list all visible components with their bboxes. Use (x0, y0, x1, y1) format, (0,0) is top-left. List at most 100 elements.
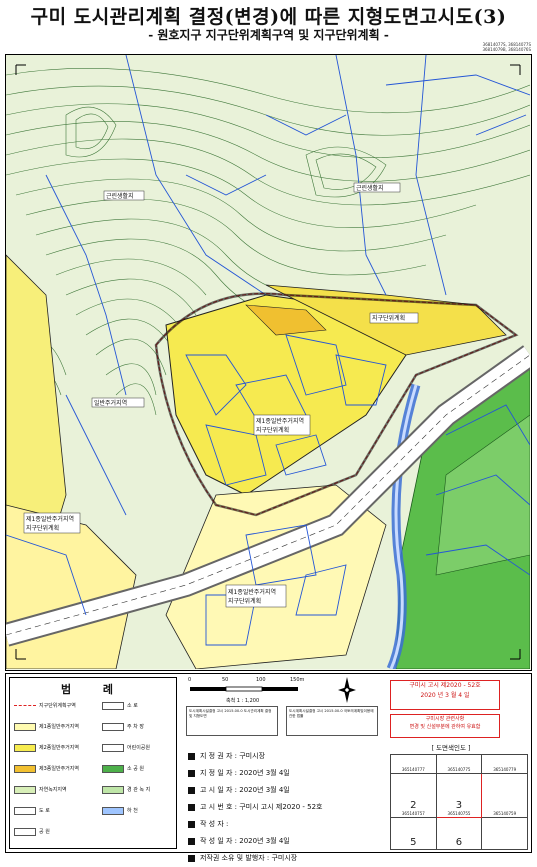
legend-label: 주 차 장 (127, 724, 144, 730)
index-sheet-code: 365140777 (401, 766, 425, 772)
info-text: 저작권 소유 및 발행자 : 구미시장 (200, 854, 298, 862)
map-label: 지구단위계획 (26, 524, 59, 532)
bullet-square-icon (188, 838, 195, 845)
legend-item: 어린이공원 (102, 742, 150, 754)
scale-tick: 100 (256, 677, 266, 683)
legend-swatch (14, 764, 36, 773)
legend-swatch (14, 785, 36, 794)
index-cell[interactable]: 365140775 (435, 754, 483, 774)
note-box-2: 도시계획시설결정 고시 2015.00.0 국토의계획및이용에관한 법률 (286, 706, 378, 736)
info-text: 지 정 일 자 : 2020년 3월 4일 (200, 769, 290, 777)
map-canvas: 근린생활지 근린생활지 일반주거지역 제1종일반주거지역 지구단위계획 제1종일… (6, 55, 530, 669)
legend-swatch (14, 827, 36, 836)
approval-stamp: 구미시장 관련사항 변경 및 신설부분에 관하여 유효함 (390, 714, 500, 738)
map-label: 일반주거지역 (94, 399, 127, 407)
info-row: 고 시 일 자 : 2020년 3월 4일 (188, 782, 388, 799)
legend-item: 제2종일반주거지역 (14, 742, 79, 754)
info-text: 작 성 일 자 : 2020년 3월 4일 (200, 837, 290, 845)
stamp-line-1: 구미시장 관련사항 (425, 716, 465, 722)
legend-item: 공 원 (14, 826, 50, 838)
map-title: 구미 도시관리계획 결정(변경)에 따른 지형도면고시도(3) (30, 6, 507, 28)
index-cell[interactable]: 365140777 (390, 754, 437, 774)
legend-label: 공 원 (39, 829, 50, 835)
legend-item: 소 로 (102, 700, 138, 712)
legend-swatch (14, 704, 36, 707)
index-sheet-code: 365140779 (493, 766, 517, 772)
legend-label: 소 공 원 (127, 766, 144, 772)
bullet-square-icon (188, 855, 195, 862)
scale-text: 축척 1 : 1,200 (226, 698, 260, 704)
notice-line-2: 2020 년 3 월 4 일 (420, 692, 470, 699)
info-text: 작 성 자 : (200, 820, 229, 828)
map-label: 지구단위계획 (256, 426, 289, 434)
legend-label: 소 로 (127, 703, 138, 709)
map-label: 지구단위계획 (372, 314, 405, 322)
note-box-1: 도시계획시설결정 고시 2015.00.0 도시관리계획 결정 및 지형도면 (186, 706, 278, 736)
scale-bar-graphic (190, 686, 298, 692)
index-cell[interactable]: 365140779 (481, 754, 528, 774)
legend: 범 례 지구단위계획구역제1종일반주거지역제2종일반주거지역제3종일반주거지역자… (9, 677, 177, 849)
legend-label: 하 천 (127, 808, 138, 814)
index-sheet-number: 3 (455, 799, 463, 811)
sheet-codes: 36814077S, 36814077S 36814079B, 36814076… (482, 42, 531, 52)
scale-tick: 150m (290, 677, 305, 683)
stamp-line-2: 변경 및 신설부분에 관하여 유효함 (409, 724, 481, 730)
bullet-square-icon (188, 753, 195, 760)
legend-label: 제3종일반주거지역 (39, 766, 79, 772)
legend-panel: 범 례 지구단위계획구역제1종일반주거지역제2종일반주거지역제3종일반주거지역자… (5, 673, 532, 862)
info-row: 지 정 일 자 : 2020년 3월 4일 (188, 765, 388, 782)
legend-label: 도 로 (39, 808, 50, 814)
legend-swatch (102, 701, 124, 710)
index-cell[interactable]: 365140759 (481, 772, 528, 818)
legend-label: 지구단위계획구역 (39, 703, 76, 709)
legend-label: 자연녹지지역 (39, 787, 67, 793)
map-label: 근린생활지 (106, 192, 134, 200)
legend-swatch (14, 806, 36, 815)
legend-label: 어린이공원 (127, 745, 151, 751)
index-cell[interactable]: 6 (435, 816, 483, 851)
legend-swatch (102, 764, 124, 773)
north-arrow-icon (338, 677, 356, 703)
index-sheet-code: 365140757 (401, 810, 425, 816)
bullet-square-icon (188, 821, 195, 828)
info-row: 고 시 번 호 : 구미시 고시 제2020 - 52호 (188, 799, 388, 816)
sheet-index-map[interactable]: 365140777 365140775 365140779 2 365140757 3 36… (390, 754, 528, 851)
info-row: 저작권 소유 및 발행자 : 구미시장 (188, 850, 388, 867)
index-sheet-number: 6 (455, 837, 463, 848)
legend-item: 주 차 장 (102, 721, 144, 733)
legend-title: 범 례 (60, 683, 128, 696)
info-text: 고 시 일 자 : 2020년 3월 4일 (200, 786, 290, 794)
legend-item: 도 로 (14, 805, 50, 817)
topographic-map[interactable]: 근린생활지 근린생활지 일반주거지역 제1종일반주거지역 지구단위계획 제1종일… (5, 54, 532, 671)
legend-label: 제2종일반주거지역 (39, 745, 79, 751)
legend-label: 경 관 녹 지 (127, 787, 151, 793)
index-sheet-number: 5 (410, 837, 417, 848)
legend-item: 소 공 원 (102, 763, 144, 775)
bullet-square-icon (188, 804, 195, 811)
index-cell[interactable]: 5 (390, 816, 437, 851)
legend-item: 제1종일반주거지역 (14, 721, 79, 733)
scale-tick: 50 (222, 677, 229, 683)
index-sheet-code: 365140759 (493, 810, 517, 816)
info-row: 작 성 자 : (188, 816, 388, 833)
bullet-square-icon (188, 787, 195, 794)
map-subtitle: - 원호지구 지구단위계획구역 및 지구단위계획 - (148, 28, 389, 42)
index-cell[interactable]: 3 365140755 (435, 772, 483, 818)
map-label: 제1종일반주거지역 (256, 417, 304, 425)
map-label: 제1종일반주거지역 (228, 588, 276, 596)
index-sheet-number: 2 (410, 799, 417, 811)
index-cell[interactable] (481, 816, 528, 851)
index-cell[interactable]: 2 365140757 (390, 772, 437, 818)
map-label: 제1종일반주거지역 (26, 515, 74, 523)
sheet-code-2: 36814079B, 36814076S (482, 47, 531, 52)
legend-swatch (102, 743, 124, 752)
legend-item: 자연녹지지역 (14, 784, 67, 796)
index-sheet-code: 365140755 (447, 810, 471, 816)
legend-swatch (102, 806, 124, 815)
legend-item: 제3종일반주거지역 (14, 763, 79, 775)
info-row: 지 정 권 자 : 구미시장 (188, 748, 388, 765)
map-label: 지구단위계획 (228, 597, 261, 605)
legend-item: 지구단위계획구역 (14, 700, 76, 712)
issuance-info: 지 정 권 자 : 구미시장지 정 일 자 : 2020년 3월 4일고 시 일… (188, 748, 388, 867)
legend-swatch (102, 722, 124, 731)
